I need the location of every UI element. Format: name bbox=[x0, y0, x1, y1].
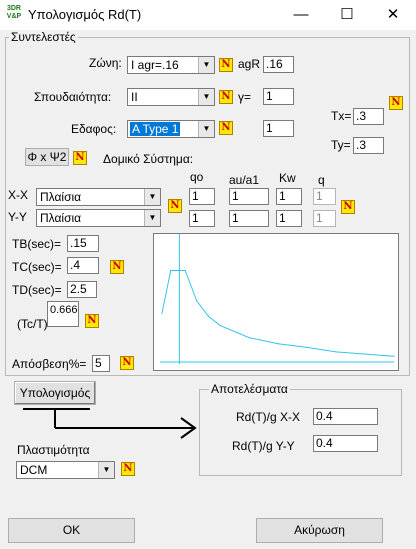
soil-select-value: A Type 1 bbox=[130, 122, 181, 136]
xx-system-value: Πλαίσια bbox=[40, 190, 82, 204]
n-icon-button[interactable]: N bbox=[73, 151, 87, 165]
spectrum-point-1 bbox=[170, 269, 172, 272]
tc-field[interactable]: .4 bbox=[67, 257, 99, 274]
structural-system-label: Δομικό Σύστημα: bbox=[103, 152, 194, 166]
zone-select[interactable]: I agr=.16 ▼ bbox=[127, 56, 215, 74]
yy-qo-field[interactable]: 1 bbox=[189, 210, 215, 227]
app-icon: 3DR V&P bbox=[6, 5, 22, 20]
n-icon-button[interactable]: N bbox=[120, 356, 134, 370]
n-icon-button[interactable]: N bbox=[389, 96, 403, 110]
zone-select-value: I agr=.16 bbox=[131, 58, 179, 72]
yy-system-value: Πλαίσια bbox=[40, 211, 82, 225]
chevron-down-icon: ▼ bbox=[144, 210, 160, 226]
calculate-button[interactable]: Υπολογισμός bbox=[14, 381, 96, 405]
minimize-button[interactable]: — bbox=[278, 0, 324, 30]
result-xx-field[interactable]: 0.4 bbox=[313, 408, 378, 425]
spectrum-point-10 bbox=[393, 355, 395, 357]
xx-q-field: 1 bbox=[313, 188, 336, 205]
n-icon-button[interactable]: N bbox=[168, 199, 182, 213]
spectrum-point-2 bbox=[184, 269, 186, 272]
n-icon-button[interactable]: N bbox=[219, 121, 233, 135]
tb-field[interactable]: .15 bbox=[67, 235, 99, 252]
soil-label: Εδαφος: bbox=[71, 122, 117, 136]
spectrum-point-7 bbox=[277, 343, 279, 345]
result-yy-field[interactable]: 0.4 bbox=[313, 435, 378, 452]
importance-select-value: II bbox=[131, 90, 138, 104]
maximize-button[interactable]: ☐ bbox=[324, 0, 370, 30]
au-a1-header: au/a1 bbox=[229, 173, 260, 187]
ductility-select[interactable]: DCM ▼ bbox=[16, 461, 115, 479]
n-icon-button[interactable]: N bbox=[85, 314, 99, 328]
tx-label: Tx= bbox=[331, 109, 352, 123]
xx-au-a1-field[interactable]: 1 bbox=[229, 188, 269, 205]
yy-q-field: 1 bbox=[313, 210, 336, 227]
tc-t-label: (Tc/T) bbox=[17, 317, 48, 331]
tc-label: TC(sec)= bbox=[12, 260, 62, 274]
n-icon-button[interactable]: N bbox=[219, 58, 233, 72]
agr-field[interactable]: .16 bbox=[263, 56, 294, 73]
window-title: Υπολογισμός Rd(T) bbox=[28, 7, 142, 22]
chevron-down-icon: ▼ bbox=[98, 462, 114, 478]
arrow-to-results-icon bbox=[23, 408, 197, 439]
coefficients-group-title: Συντελεστές bbox=[9, 30, 78, 44]
spectrum-point-3 bbox=[196, 300, 198, 302]
cancel-button[interactable]: Ακύρωση bbox=[256, 518, 383, 543]
yy-kw-field[interactable]: 1 bbox=[276, 210, 302, 227]
phi-psi2-button[interactable]: Φ x Ψ2 bbox=[25, 148, 69, 166]
xx-label: X-X bbox=[8, 188, 29, 202]
tb-label: TB(sec)= bbox=[12, 237, 62, 251]
spectrum-point-9 bbox=[335, 351, 337, 353]
n-icon-button[interactable]: N bbox=[219, 90, 233, 104]
ok-button[interactable]: OK bbox=[8, 518, 135, 543]
spectrum-point-4 bbox=[207, 315, 209, 317]
chevron-down-icon: ▼ bbox=[198, 121, 214, 137]
gamma-field[interactable]: 1 bbox=[263, 88, 294, 105]
spectrum-chart bbox=[153, 233, 399, 371]
zone-label: Ζώνη: bbox=[89, 56, 122, 70]
ductility-select-value: DCM bbox=[20, 463, 48, 477]
ty-label: Ty= bbox=[331, 138, 351, 152]
chevron-down-icon: ▼ bbox=[198, 57, 214, 73]
tc-t-field[interactable]: 0.666 bbox=[47, 301, 79, 327]
importance-select[interactable]: II ▼ bbox=[127, 88, 215, 106]
result-xx-label: Rd(T)/g X-X bbox=[236, 410, 301, 424]
ty-field[interactable]: .3 bbox=[353, 137, 384, 154]
damping-label: Απόσβεση%= bbox=[12, 357, 87, 371]
yy-au-a1-field[interactable]: 1 bbox=[229, 210, 269, 227]
spectrum-plot bbox=[160, 234, 395, 364]
chevron-down-icon: ▼ bbox=[198, 89, 214, 105]
results-group bbox=[199, 389, 402, 476]
xx-system-select[interactable]: Πλαίσια ▼ bbox=[36, 188, 161, 206]
n-icon-button[interactable]: N bbox=[121, 462, 135, 476]
importance-label: Σπουδαιότητα: bbox=[34, 90, 112, 104]
xx-kw-field[interactable]: 1 bbox=[276, 188, 302, 205]
results-group-title: Αποτελέσματα bbox=[209, 382, 290, 396]
soil-factor-field[interactable]: 1 bbox=[263, 120, 294, 137]
yy-system-select[interactable]: Πλαίσια ▼ bbox=[36, 209, 161, 227]
spectrum-point-0 bbox=[161, 312, 163, 314]
spectrum-point-8 bbox=[306, 346, 308, 348]
damping-field[interactable]: 5 bbox=[92, 355, 110, 372]
td-field[interactable]: 2.5 bbox=[67, 281, 97, 298]
ductility-label: Πλαστιμότητα bbox=[17, 443, 90, 457]
spectrum-point-6 bbox=[248, 337, 250, 339]
soil-select[interactable]: A Type 1 ▼ bbox=[127, 120, 215, 138]
n-icon-button[interactable]: N bbox=[110, 260, 124, 274]
td-label: TD(sec)= bbox=[12, 283, 62, 297]
tx-field[interactable]: .3 bbox=[353, 108, 384, 125]
n-icon-button[interactable]: N bbox=[341, 200, 355, 214]
result-yy-label: Rd(T)/g Y-Y bbox=[232, 439, 295, 453]
qo-header: qo bbox=[190, 170, 204, 184]
close-button[interactable]: ✕ bbox=[370, 0, 416, 30]
xx-qo-field[interactable]: 1 bbox=[189, 188, 215, 205]
gamma-label: γ= bbox=[238, 90, 252, 104]
spectrum-point-5 bbox=[219, 324, 221, 326]
q-header: q bbox=[318, 173, 325, 187]
chevron-down-icon: ▼ bbox=[144, 189, 160, 205]
yy-label: Y-Y bbox=[8, 210, 27, 224]
kw-header: Kw bbox=[279, 171, 296, 185]
agr-label: agR bbox=[238, 57, 261, 71]
